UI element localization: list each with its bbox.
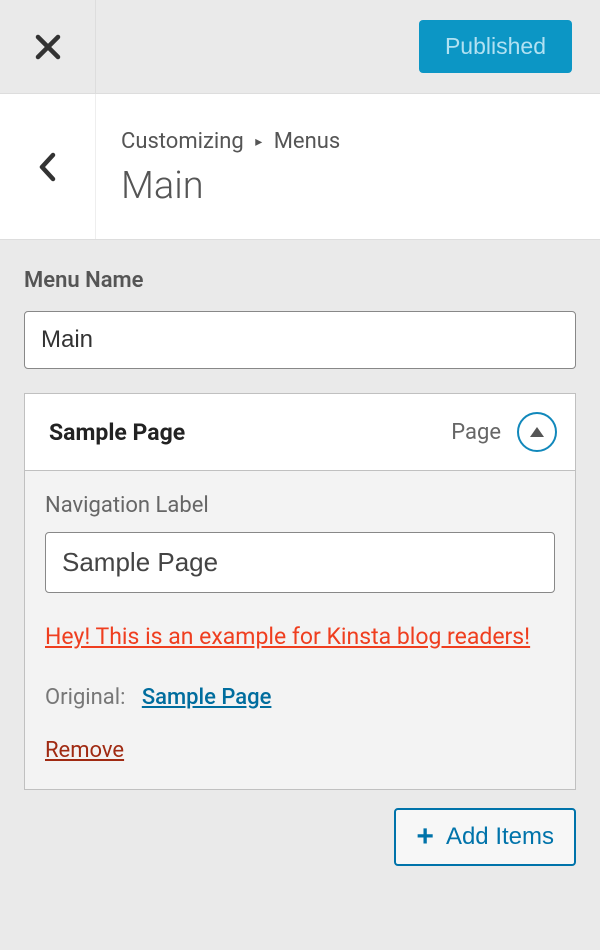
example-note: Hey! This is an example for Kinsta blog … bbox=[45, 619, 555, 655]
chevron-left-icon bbox=[38, 152, 58, 182]
original-label: Original: bbox=[45, 685, 125, 710]
header-titles: Customizing ▸ Menus Main bbox=[96, 94, 600, 239]
nav-label-label: Navigation Label bbox=[45, 493, 555, 518]
add-items-button[interactable]: + Add Items bbox=[394, 808, 576, 866]
menu-name-label: Menu Name bbox=[24, 268, 576, 293]
publish-cell: Published bbox=[419, 0, 600, 93]
breadcrumb-separator-icon: ▸ bbox=[255, 134, 262, 150]
plus-icon: + bbox=[416, 822, 434, 852]
content: Menu Name Sample Page Page Navigation La… bbox=[0, 240, 600, 790]
back-button[interactable] bbox=[0, 94, 96, 239]
close-button[interactable] bbox=[0, 0, 96, 93]
add-items-label: Add Items bbox=[446, 823, 554, 851]
menu-item-title: Sample Page bbox=[49, 419, 451, 446]
breadcrumb-root: Customizing bbox=[121, 129, 244, 154]
topbar: Published bbox=[0, 0, 600, 94]
add-row: + Add Items bbox=[0, 790, 600, 866]
triangle-up-icon bbox=[529, 426, 545, 438]
menu-item-body: Navigation Label Hey! This is an example… bbox=[25, 471, 575, 789]
original-row: Original: Sample Page bbox=[45, 685, 555, 710]
menu-name-input[interactable] bbox=[24, 311, 576, 369]
page-title: Main bbox=[121, 164, 575, 208]
remove-link[interactable]: Remove bbox=[45, 738, 124, 763]
close-icon bbox=[35, 34, 61, 60]
breadcrumb-parent: Menus bbox=[274, 129, 341, 154]
original-link[interactable]: Sample Page bbox=[142, 685, 272, 710]
menu-item-header[interactable]: Sample Page Page bbox=[25, 394, 575, 471]
header-panel: Customizing ▸ Menus Main bbox=[0, 94, 600, 240]
breadcrumb: Customizing ▸ Menus bbox=[121, 129, 575, 154]
nav-label-input[interactable] bbox=[45, 532, 555, 593]
topbar-spacer bbox=[96, 0, 419, 93]
menu-item-toggle[interactable] bbox=[517, 412, 557, 452]
menu-item-card: Sample Page Page Navigation Label Hey! T… bbox=[24, 393, 576, 790]
publish-button[interactable]: Published bbox=[419, 20, 572, 73]
menu-item-type: Page bbox=[451, 420, 501, 445]
